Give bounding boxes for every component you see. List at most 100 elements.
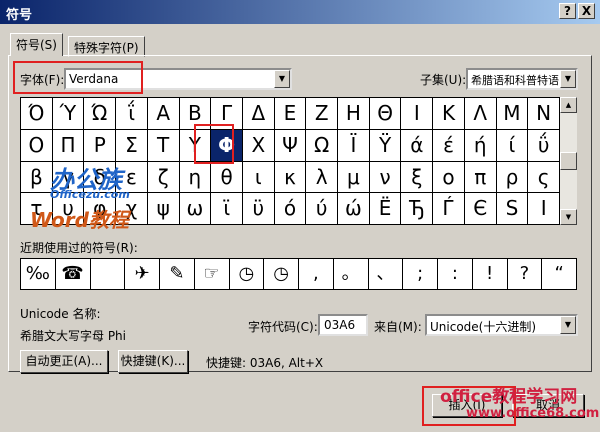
recent-symbol-cell[interactable]: ✈ xyxy=(125,259,159,289)
font-dropdown-icon[interactable]: ▼ xyxy=(274,70,290,88)
recent-symbol-cell[interactable]: ! xyxy=(472,259,507,289)
symbol-cell[interactable]: Δ xyxy=(242,98,274,129)
symbol-cell[interactable]: Ύ xyxy=(52,98,84,129)
symbol-cell[interactable]: Κ xyxy=(433,98,464,129)
symbol-cell[interactable]: π xyxy=(464,161,496,193)
symbol-cell[interactable]: Ρ xyxy=(84,129,116,161)
symbol-cell[interactable]: Ψ xyxy=(274,129,306,161)
recent-symbol-cell[interactable]: : xyxy=(438,259,472,289)
symbol-cell[interactable]: Π xyxy=(52,129,84,161)
symbol-cell[interactable]: ς xyxy=(528,161,559,193)
subset-dropdown-icon[interactable]: ▼ xyxy=(560,70,576,88)
symbol-cell[interactable]: ΰ xyxy=(528,129,559,161)
from-combo[interactable]: Unicode(十六进制) ▼ xyxy=(425,314,578,336)
symbol-cell[interactable]: ξ xyxy=(401,161,433,193)
shortcut-key-button[interactable]: 快捷键(K)... xyxy=(118,350,188,373)
watermark-sub: Word教程 xyxy=(30,208,129,232)
recent-symbol-cell[interactable]: ‰ xyxy=(21,259,55,289)
symbol-cell[interactable]: І xyxy=(528,193,559,224)
recent-symbol-cell[interactable]: ☎ xyxy=(55,259,90,289)
symbol-cell[interactable]: Ѕ xyxy=(496,193,528,224)
symbol-cell[interactable]: ί xyxy=(496,129,528,161)
symbol-cell[interactable]: η xyxy=(179,161,211,193)
scroll-up-icon[interactable]: ▲ xyxy=(560,97,577,113)
symbol-cell[interactable]: Σ xyxy=(116,129,147,161)
scroll-thumb[interactable] xyxy=(560,152,577,170)
highlight-selected-symbol xyxy=(194,124,234,164)
symbol-cell[interactable]: Ζ xyxy=(306,98,338,129)
symbol-cell[interactable]: ζ xyxy=(147,161,179,193)
symbol-cell[interactable]: Ђ xyxy=(401,193,433,224)
recent-symbol-cell[interactable]: ✎ xyxy=(160,259,194,289)
recent-label: 近期使用过的符号(R): xyxy=(20,241,138,255)
symbol-cell[interactable]: έ xyxy=(433,129,464,161)
recent-symbol-cell[interactable] xyxy=(90,259,125,289)
symbol-cell[interactable]: ο xyxy=(433,161,464,193)
symbol-cell[interactable]: ν xyxy=(369,161,401,193)
symbol-cell[interactable]: Ώ xyxy=(84,98,116,129)
symbol-cell[interactable]: Ë xyxy=(369,193,401,224)
symbol-cell[interactable]: θ xyxy=(211,161,242,193)
symbol-cell[interactable]: Ι xyxy=(401,98,433,129)
symbol-cell[interactable]: Τ xyxy=(147,129,179,161)
help-button[interactable]: ? xyxy=(559,3,576,19)
symbol-cell[interactable]: Ѓ xyxy=(433,193,464,224)
symbol-cell[interactable]: Λ xyxy=(464,98,496,129)
symbol-cell[interactable]: ύ xyxy=(306,193,338,224)
symbol-cell[interactable]: ι xyxy=(242,161,274,193)
symbol-cell[interactable]: Ϊ xyxy=(338,129,369,161)
symbol-cell[interactable]: Η xyxy=(338,98,369,129)
symbol-cell[interactable]: ά xyxy=(401,129,433,161)
subset-combo[interactable]: 希腊语和科普特语 ▼ xyxy=(466,68,578,90)
watermark-site2: office教程学习网 xyxy=(440,387,578,407)
symbol-cell[interactable]: ρ xyxy=(496,161,528,193)
from-value: Unicode(十六进制) xyxy=(430,320,537,334)
symbol-cell[interactable]: Α xyxy=(147,98,179,129)
symbol-cell[interactable]: Μ xyxy=(496,98,528,129)
symbol-cell[interactable]: Ν xyxy=(528,98,559,129)
recent-symbol-cell[interactable]: ◷ xyxy=(264,259,298,289)
window-title: 符号 xyxy=(6,8,33,23)
recent-symbol-cell[interactable]: 。 xyxy=(333,259,368,289)
watermark-site2-url: www.office68.com xyxy=(466,406,600,421)
scroll-down-icon[interactable]: ▼ xyxy=(560,209,577,225)
symbol-cell[interactable]: ψ xyxy=(147,193,179,224)
autocorrect-button[interactable]: 自动更正(A)... xyxy=(20,350,108,373)
symbol-cell[interactable]: Ε xyxy=(274,98,306,129)
symbol-cell[interactable]: Χ xyxy=(242,129,274,161)
symbol-cell[interactable]: μ xyxy=(338,161,369,193)
symbol-cell[interactable]: κ xyxy=(274,161,306,193)
symbol-cell[interactable]: Ό xyxy=(21,98,52,129)
tab-symbols[interactable]: 符号(S) xyxy=(10,33,63,56)
symbol-cell[interactable]: λ xyxy=(306,161,338,193)
recent-symbol-cell[interactable]: “ xyxy=(542,259,576,289)
recent-symbol-cell[interactable]: , xyxy=(299,259,333,289)
symbol-cell[interactable]: Є xyxy=(464,193,496,224)
symbol-cell[interactable]: ό xyxy=(274,193,306,224)
symbol-cell[interactable]: Θ xyxy=(369,98,401,129)
watermark-url: Officezu.com xyxy=(50,188,130,201)
symbol-cell[interactable]: ΐ xyxy=(116,98,147,129)
from-dropdown-icon[interactable]: ▼ xyxy=(560,316,576,334)
recent-symbols[interactable]: ‰ ☎ ✈ ✎ ☞ ◷ ◷,。、;:!? “ xyxy=(20,258,577,290)
tab-special-characters[interactable]: 特殊字符(P) xyxy=(68,36,145,57)
symbol-cell[interactable]: ϊ xyxy=(211,193,242,224)
symbol-cell[interactable]: ω xyxy=(179,193,211,224)
char-code-input[interactable]: 03A6 xyxy=(318,314,368,336)
symbol-cell[interactable]: Ο xyxy=(21,129,52,161)
shortcut-text: 快捷键: 03A6, Alt+X xyxy=(206,356,324,370)
symbol-cell[interactable]: β xyxy=(21,161,52,193)
symbol-cell[interactable]: Ω xyxy=(306,129,338,161)
symbol-cell[interactable]: Ϋ xyxy=(369,129,401,161)
recent-symbol-cell[interactable]: ? xyxy=(507,259,542,289)
symbol-cell[interactable]: ή xyxy=(464,129,496,161)
recent-symbol-cell[interactable]: ; xyxy=(403,259,437,289)
symbol-grid-scrollbar[interactable]: ▲ ▼ xyxy=(560,97,577,225)
symbol-cell[interactable]: ϋ xyxy=(242,193,274,224)
close-button[interactable]: X xyxy=(578,3,595,19)
recent-symbol-cell[interactable]: 、 xyxy=(368,259,403,289)
recent-symbol-cell[interactable]: ◷ xyxy=(229,259,264,289)
recent-symbol-cell[interactable]: ☞ xyxy=(194,259,229,289)
symbol-cell[interactable]: ώ xyxy=(338,193,369,224)
char-code-label: 字符代码(C): xyxy=(248,320,318,334)
